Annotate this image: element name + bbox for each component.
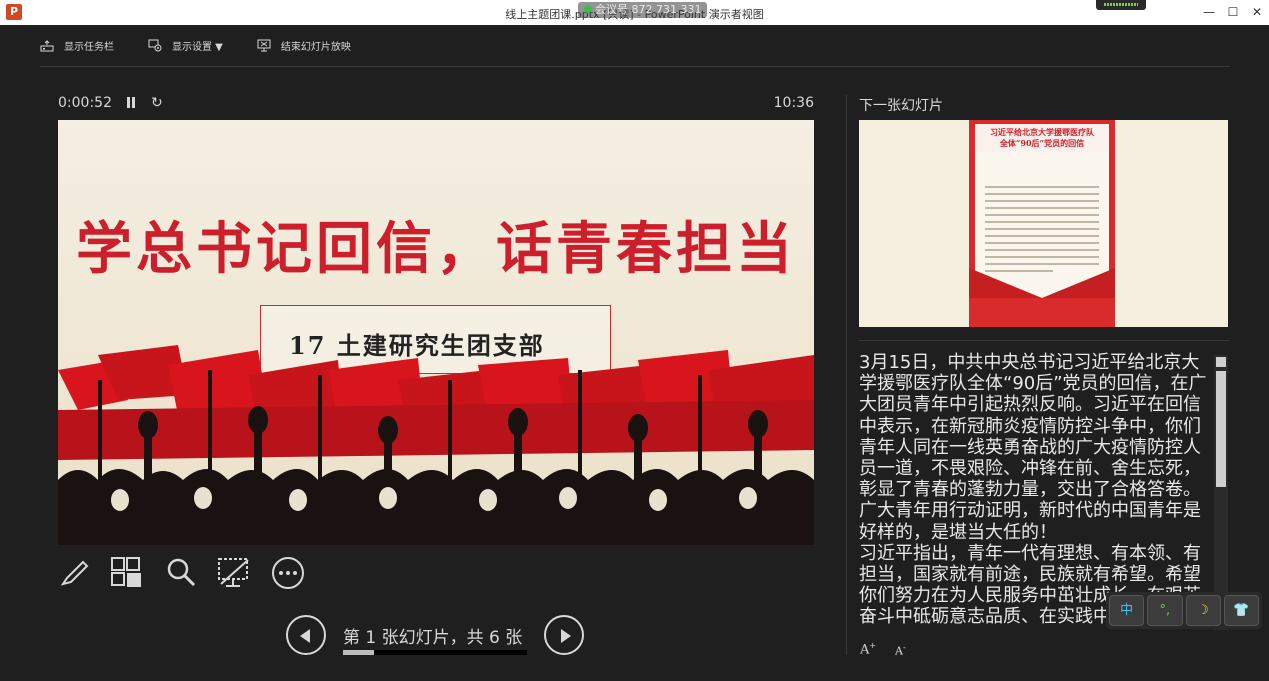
notes-paragraph-1: 3月15日，中共中央总书记习近平给北京大学援鄂医疗队全体“90后”党员的回信，在… — [859, 352, 1207, 543]
previous-slide-button[interactable] — [286, 615, 326, 655]
notes-divider — [859, 340, 1229, 341]
maximize-button[interactable]: ☐ — [1221, 0, 1245, 25]
notes-scrollbar[interactable] — [1214, 355, 1228, 630]
display-settings-label: 显示设置 ▼ — [172, 42, 223, 53]
increase-font-icon: A — [860, 642, 870, 658]
zoom-icon[interactable] — [165, 556, 197, 588]
letter-envelope: 习近平给北京大学援鄂医疗队 全体“90后”党员的回信 — [969, 120, 1115, 327]
elapsed-timer: 0:00:52 — [58, 95, 112, 111]
ime-moon-icon[interactable]: ☽ — [1185, 595, 1221, 626]
next-slide-heading: 习近平给北京大学援鄂医疗队 全体“90后”党员的回信 — [975, 124, 1109, 152]
close-button[interactable]: ✕ — [1245, 0, 1269, 25]
audio-level-icon — [1104, 3, 1138, 6]
window-controls: — ☐ ✕ — [1197, 0, 1269, 25]
envelope-flap — [969, 268, 1115, 298]
minimize-button[interactable]: — — [1197, 0, 1221, 25]
slide-title: 学总书记回信，话青春担当 — [76, 216, 796, 282]
show-taskbar-label: 显示任务栏 — [64, 42, 114, 53]
panel-divider — [846, 95, 847, 655]
taskbar-icon — [40, 39, 54, 51]
decrease-font-icon: A — [895, 644, 903, 658]
scroll-up-arrow-icon[interactable] — [1216, 357, 1226, 367]
title-bar: P 线上主题团课.pptx [只读] - PowerPoint 演示者视图 会议… — [0, 0, 1269, 25]
ime-mode-button[interactable]: 中 — [1109, 595, 1145, 626]
ime-skin-icon[interactable]: 👕 — [1223, 595, 1259, 626]
scroll-thumb[interactable] — [1216, 371, 1226, 487]
ime-punctuation-button[interactable]: °, — [1147, 595, 1183, 626]
restart-timer-icon[interactable]: ↻ — [151, 95, 163, 111]
next-slide-preview[interactable]: 习近平给北京大学援鄂医疗队 全体“90后”党员的回信 — [859, 120, 1228, 327]
presenter-toolbar: 显示任务栏 显示设置 ▼ 结束幻灯片放映 — [40, 38, 385, 53]
next-slide-button[interactable] — [544, 615, 584, 655]
current-slide[interactable]: 学总书记回信，话青春担当 17 土建研究生团支部 — [58, 120, 814, 545]
next-slide-label: 下一张幻灯片 — [859, 98, 943, 114]
display-settings-icon — [148, 39, 162, 52]
ime-toolbar: 中 °, ☽ 👕 — [1106, 592, 1262, 629]
speaker-notes[interactable]: 3月15日，中共中央总书记习近平给北京大学援鄂医疗队全体“90后”党员的回信，在… — [859, 352, 1213, 632]
letter-text-lines — [985, 186, 1099, 277]
next-slide-heading-line2: 全体“90后”党员的回信 — [999, 138, 1085, 148]
decrease-font-button[interactable]: A- — [895, 643, 906, 658]
end-slideshow-button[interactable]: 结束幻灯片放映 — [257, 38, 351, 53]
black-screen-icon[interactable] — [216, 556, 252, 590]
increase-font-button[interactable]: A+ — [860, 641, 876, 657]
toolbar-divider — [40, 66, 1229, 67]
show-taskbar-button[interactable]: 显示任务栏 — [40, 38, 114, 53]
chevron-left-icon — [300, 629, 310, 643]
slide-progress-bar — [343, 650, 527, 655]
see-all-slides-icon[interactable] — [110, 556, 144, 590]
meeting-audio-widget[interactable] — [1096, 0, 1146, 10]
end-slideshow-label: 结束幻灯片放映 — [280, 42, 351, 53]
pause-icon[interactable] — [126, 97, 136, 109]
meeting-badge-text: 会议号 872 731 331 — [595, 3, 702, 16]
slide-counter[interactable]: 第 1 张幻灯片，共 6 张 — [343, 623, 522, 648]
more-options-icon[interactable] — [270, 556, 306, 592]
current-time: 10:36 — [773, 95, 814, 111]
chevron-right-icon — [561, 629, 571, 643]
crowd-with-flags-illustration — [58, 345, 814, 545]
next-slide-heading-line1: 习近平给北京大学援鄂医疗队 — [990, 127, 1094, 137]
meeting-status-icon — [584, 5, 592, 13]
slide-progress-fill — [343, 650, 375, 655]
display-settings-button[interactable]: 显示设置 ▼ — [148, 38, 223, 53]
meeting-badge[interactable]: 会议号 872 731 331 — [578, 2, 708, 18]
end-slideshow-icon — [257, 39, 271, 52]
pen-tool-icon[interactable] — [59, 556, 91, 588]
